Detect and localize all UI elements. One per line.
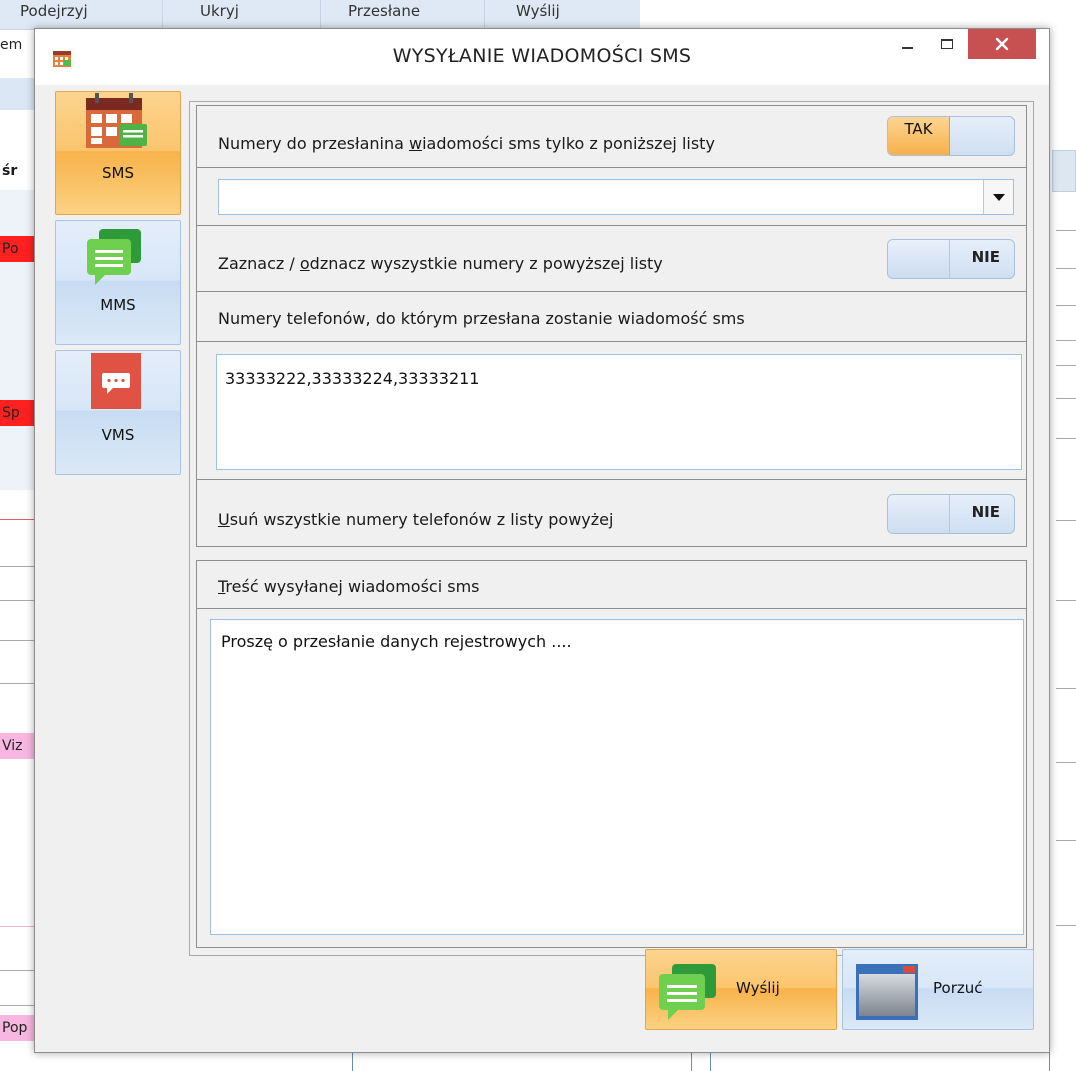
bg-left-fragment[interactable]: Pop [0,1015,34,1041]
bg-right-header [1052,150,1076,192]
bg-grid-line [0,970,34,971]
toggle-off-label: NIE [971,248,1000,266]
maximize-icon [941,39,953,49]
nav-tile-mms[interactable]: MMS [55,220,181,345]
minimize-button[interactable] [887,29,927,59]
row-remove-all: Usuń wszystkie numery telefonów z listy … [196,479,1027,547]
bg-grid-line [0,683,34,684]
bg-tab-przeslane[interactable]: Przesłane [348,0,468,28]
bg-grid-line [1056,520,1076,521]
chat-bubbles-icon [87,229,141,285]
close-icon [995,37,1009,51]
row-combo [196,167,1027,226]
minimize-icon [901,47,913,49]
row-numbers-input: 33333222,33333224,33333211 [196,341,1027,480]
bg-left-fragment[interactable]: Viz [0,733,34,759]
bg-grid-line [0,926,34,927]
bg-grid-line [1056,688,1076,689]
bg-tab-separator [320,0,321,28]
message-label: Treść wysyłanej wiadomości sms [218,577,480,596]
toggle-off-label: NIE [971,503,1000,521]
row-numbers-label: Numery telefonów, do którym przesłana zo… [196,291,1027,342]
toggle-on-label: TAK [888,117,950,155]
bg-grid-line [0,519,34,520]
chat-bubbles-icon [659,964,716,1020]
bg-bottom-panel [352,1052,692,1071]
remove-all-label: Usuń wszystkie numery telefonów z listy … [218,510,614,529]
nav-tile-sms[interactable]: SMS [55,91,181,215]
message-text-field[interactable]: Proszę o przesłanie danych rejestrowych … [210,619,1024,935]
abort-button[interactable]: Porzuć [842,949,1034,1030]
remove-all-toggle[interactable]: NIE [887,494,1015,534]
send-button[interactable]: Wyślij [645,949,837,1030]
bg-bottom-panel [710,1052,1050,1071]
numbers-list-combo[interactable] [218,179,1014,215]
bg-grid-line [1056,230,1076,231]
bg-left-column [0,190,34,490]
toggle-knob [888,240,950,278]
bg-grid-line [0,566,34,567]
bg-grid-line [1056,762,1076,763]
only-list-toggle[interactable]: TAK [887,116,1015,156]
select-all-toggle[interactable]: NIE [887,239,1015,279]
row-only-list: Numery do przesłanina wiadomości sms tyl… [196,105,1027,168]
row-message-label: Treść wysyłanej wiadomości sms [196,560,1027,609]
toggle-knob [888,495,950,533]
voice-message-icon [91,353,141,409]
nav-label-vms: VMS [101,426,135,444]
close-button[interactable] [968,29,1036,59]
abort-button-label: Porzuć [933,979,983,997]
phone-numbers-field[interactable]: 33333222,33333224,33333211 [216,354,1022,470]
row-select-all: Zaznacz / odznacz wyszystkie numery z po… [196,225,1027,292]
bg-grid-line [1056,840,1076,841]
window-close-icon [856,964,918,1020]
chevron-down-icon [992,193,1005,201]
row-message-input: Proszę o przesłanie danych rejestrowych … [196,608,1027,948]
bg-grid-line [0,1005,34,1006]
send-button-label: Wyślij [736,979,780,997]
only-list-label: Numery do przesłanina wiadomości sms tyl… [218,134,715,153]
nav-label-sms: SMS [102,164,134,182]
bg-tab-separator [162,0,163,28]
bg-grid-line [1056,438,1076,439]
bg-grid-line [1056,398,1076,399]
bg-grid-line [1056,365,1076,366]
bg-grid-line [1056,340,1076,341]
bg-tab-wyslij[interactable]: Wyślij [516,0,616,28]
bg-grid-line [1056,268,1076,269]
combo-dropdown-button[interactable] [983,180,1013,214]
bg-left-fragment: em [0,37,23,53]
nav-label-mms: MMS [100,296,136,314]
bg-grid-line [0,640,34,641]
bg-grid-line [0,600,34,601]
nav-tile-vms[interactable]: VMS [55,350,181,475]
bg-grid-line [1056,925,1076,926]
select-all-label: Zaznacz / odznacz wyszystkie numery z po… [218,254,663,273]
calendar-sms-icon [86,93,147,148]
bg-left-fragment[interactable]: Sp [0,400,34,426]
numbers-label: Numery telefonów, do którym przesłana zo… [218,309,745,328]
background-toolbar: Podejrzyj Ukryj Przesłane Wyślij [0,0,640,30]
bg-tab-ukryj[interactable]: Ukryj [200,0,300,28]
sms-form-panel: Numery do przesłanina wiadomości sms tyl… [189,101,1034,956]
bg-left-fragment: śr [2,163,18,179]
bg-grid-line [1056,305,1076,306]
bg-tab-separator [484,0,485,28]
title-bar[interactable]: WYSYŁANIE WIADOMOŚCI SMS [35,29,1049,85]
sms-dialog: WYSYŁANIE WIADOMOŚCI SMS SMS MMS VMS Num… [34,28,1050,1053]
bg-tab-podejrzyj[interactable]: Podejrzyj [20,0,140,28]
maximize-button[interactable] [927,29,967,59]
bg-grid-line [1056,600,1076,601]
bg-left-band [0,78,34,110]
bg-left-fragment[interactable]: Po [0,236,34,262]
